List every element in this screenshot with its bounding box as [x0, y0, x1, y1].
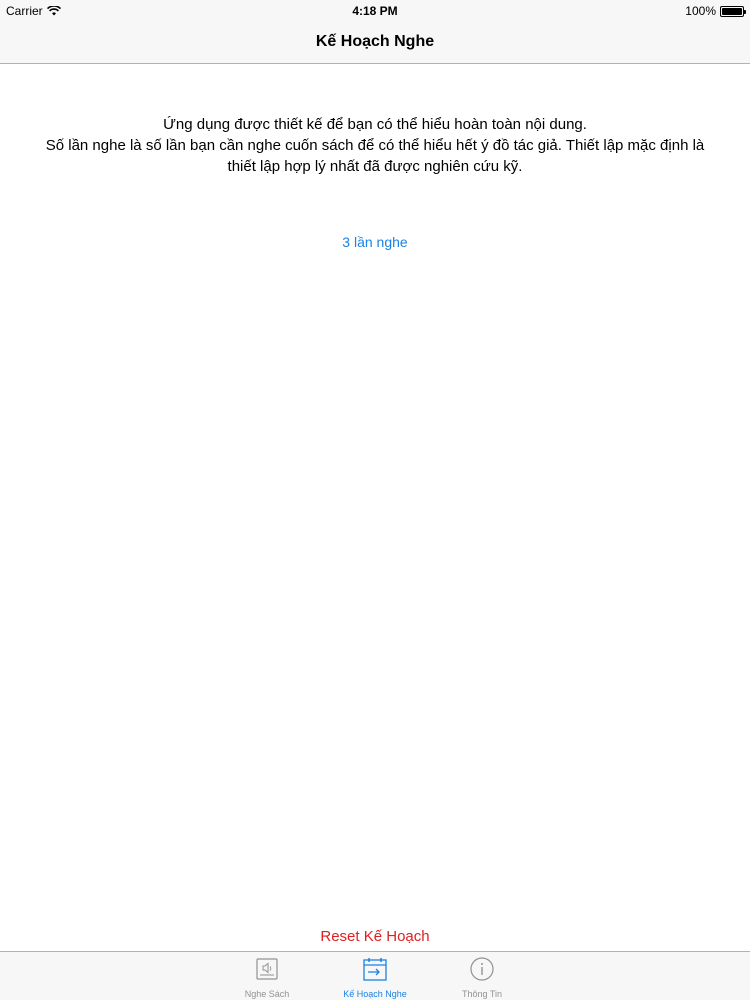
tab-label: Nghe Sách: [244, 989, 290, 999]
tab-thong-tin[interactable]: Thông Tin: [437, 956, 527, 1000]
tab-label: Thông Tin: [461, 989, 503, 999]
status-time: 4:18 PM: [352, 4, 398, 18]
battery-percent: 100%: [685, 4, 716, 18]
navigation-bar: Kế Hoạch Nghe: [0, 22, 750, 64]
tab-nghe-sach[interactable]: Nghe Sách: [222, 956, 312, 1000]
tab-ke-hoach-nghe[interactable]: Kế Hoạch Nghe: [330, 956, 420, 1000]
description-line-2: Số lần nghe là số lần bạn cần nghe cuốn …: [45, 137, 705, 154]
info-icon: [470, 957, 494, 981]
tab-label: Kế Hoạch Nghe: [343, 989, 407, 999]
description-line-1: Ứng dụng được thiết kế để bạn có thể hiể…: [163, 116, 587, 133]
listen-count-button[interactable]: 3 lần nghe: [0, 234, 750, 250]
calendar-icon: [363, 958, 387, 981]
tab-bar: Nghe Sách Kế Hoạch Nghe Thông Tin: [0, 951, 750, 1000]
status-bar: Carrier 4:18 PM 100%: [0, 0, 750, 22]
reset-plan-button[interactable]: Reset Kế Hoạch: [0, 928, 750, 945]
page-title: Kế Hoạch Nghe: [315, 33, 435, 50]
description-line-3: thiết lập hợp lý nhất đã được nghiên cứu…: [227, 158, 523, 175]
description: Ứng dụng được thiết kế để bạn có thể hiể…: [0, 114, 750, 177]
battery-icon: [720, 5, 746, 17]
status-right: 100%: [685, 4, 746, 18]
book-speaker-icon: [256, 958, 278, 980]
